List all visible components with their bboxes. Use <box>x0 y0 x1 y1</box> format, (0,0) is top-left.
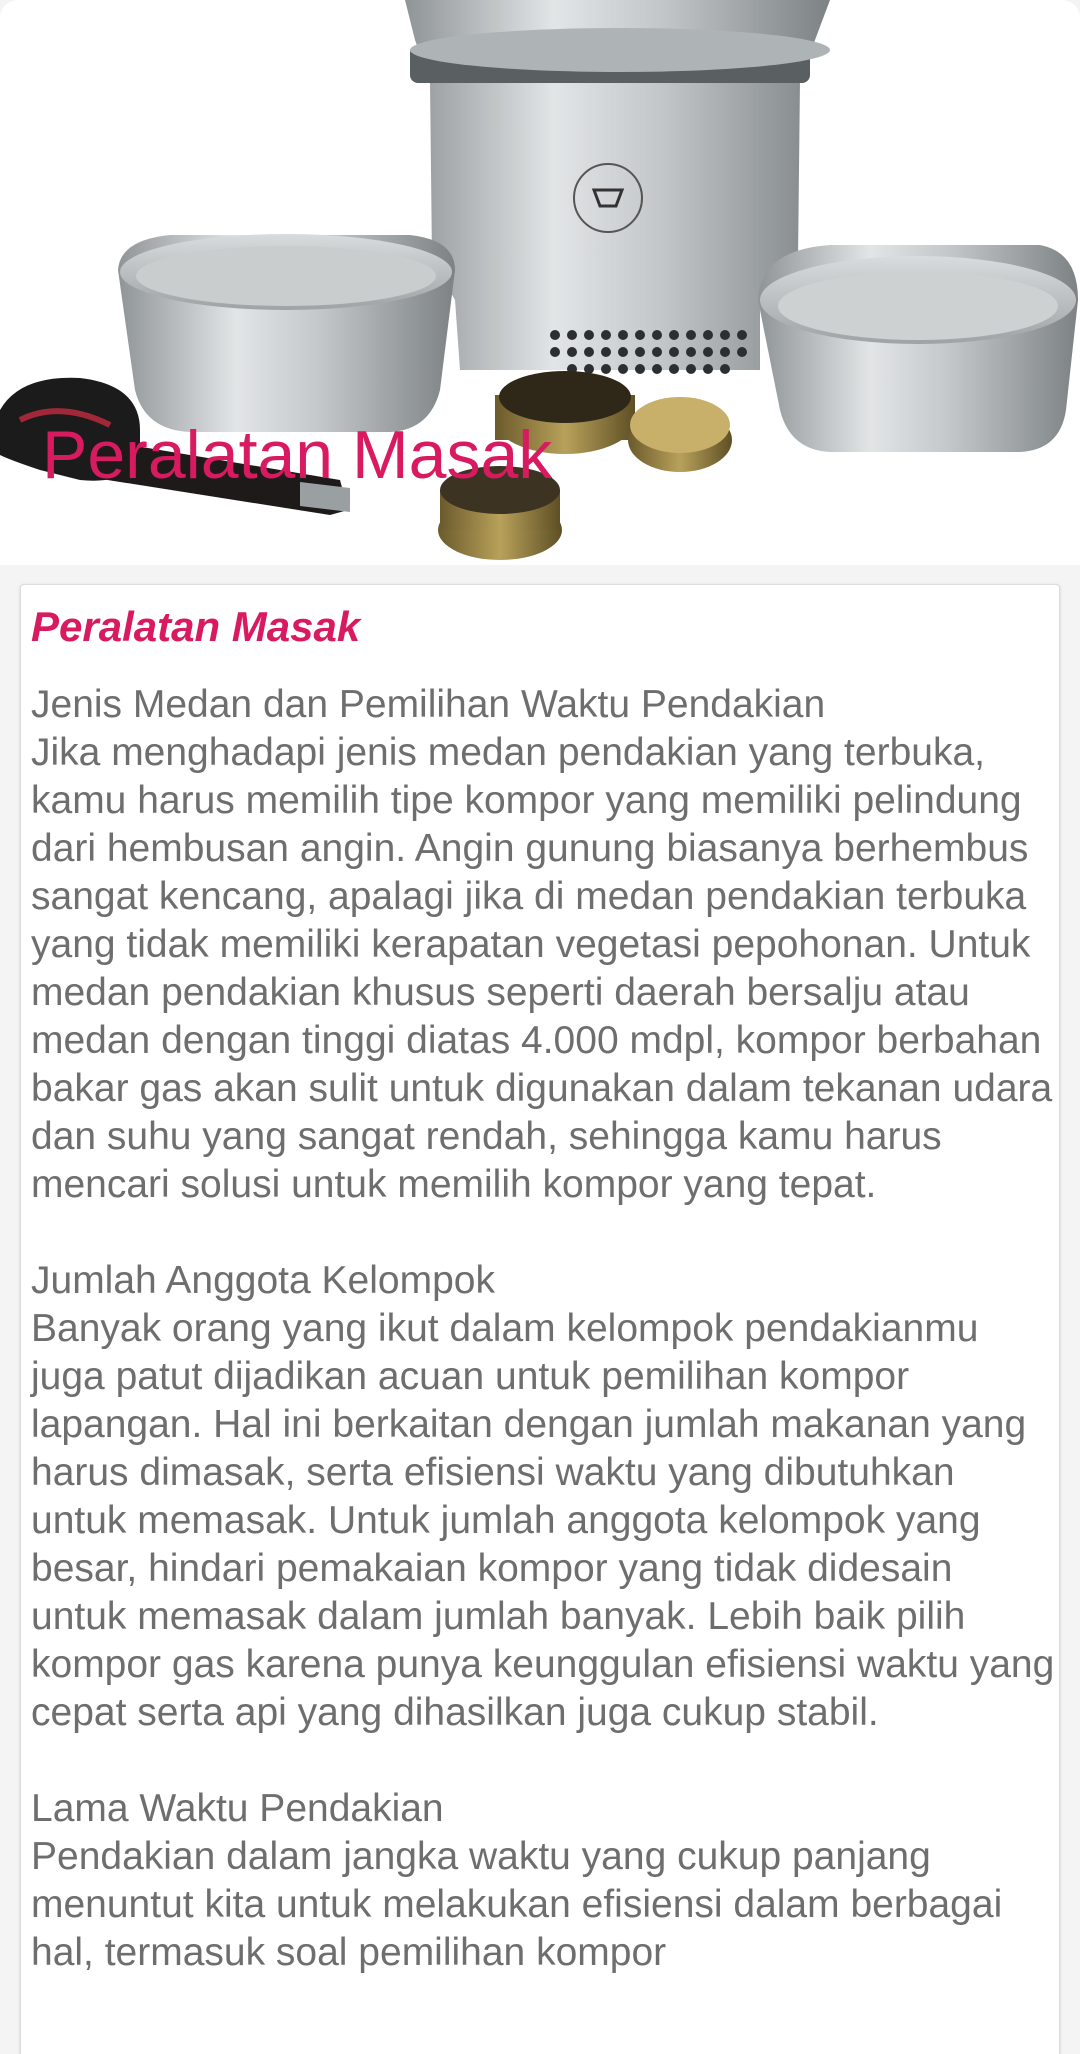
section-text: Pendakian dalam jangka waktu yang cukup … <box>31 1835 1003 1974</box>
article-card: Peralatan Masak Jenis Medan dan Pemiliha… <box>20 584 1060 2054</box>
article-screen: Peralatan Masak Peralatan Masak Jenis Me… <box>0 0 1080 2054</box>
section-text: Banyak orang yang ikut dalam kelompok pe… <box>31 1307 1055 1734</box>
section-heading: Lama Waktu Pendakian <box>31 1787 444 1830</box>
header-image: Peralatan Masak <box>0 0 1080 565</box>
section-heading: Jenis Medan dan Pemilihan Waktu Pendakia… <box>31 683 826 726</box>
section-heading: Jumlah Anggota Kelompok <box>31 1259 495 1302</box>
section-terrain: Jenis Medan dan Pemilihan Waktu Pendakia… <box>31 681 1055 1209</box>
article-body: Jenis Medan dan Pemilihan Waktu Pendakia… <box>31 681 1055 2025</box>
section-duration: Lama Waktu Pendakian Pendakian dalam jan… <box>31 1785 1055 1977</box>
header-title: Peralatan Masak <box>42 417 553 493</box>
section-group-size: Jumlah Anggota Kelompok Banyak orang yan… <box>31 1257 1055 1737</box>
article-title: Peralatan Masak <box>31 603 361 650</box>
section-text: Jika menghadapi jenis medan pendakian ya… <box>31 731 1053 1206</box>
